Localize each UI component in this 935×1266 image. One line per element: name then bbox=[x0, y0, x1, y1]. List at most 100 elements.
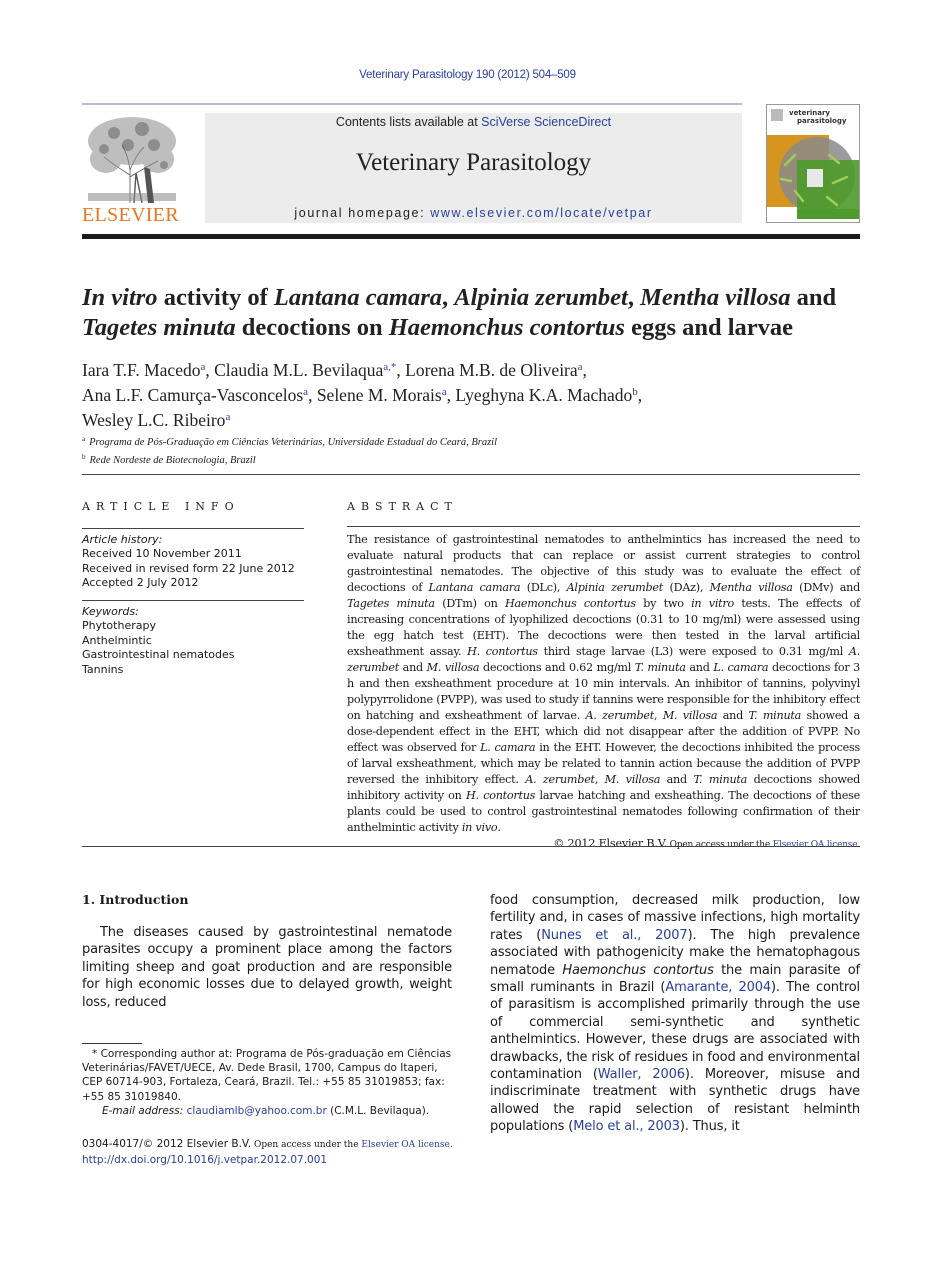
title-text: decoctions on bbox=[235, 314, 389, 341]
keyword-item: Anthelmintic bbox=[82, 633, 152, 647]
citation-link[interactable]: Melo et al., 2003 bbox=[573, 1119, 680, 1134]
footnote-divider bbox=[82, 1043, 142, 1044]
abstract-italic-term: A. zerumbet bbox=[525, 773, 595, 786]
affiliations: a Programa de Pós-Graduação em Ciências V… bbox=[82, 432, 862, 468]
email-label: E-mail address: bbox=[102, 1104, 187, 1117]
issn-block: 0304-4017/© 2012 Elsevier B.V. Open acce… bbox=[82, 1137, 482, 1167]
open-access-text: Open access under the bbox=[666, 840, 773, 850]
oa-license-link[interactable]: Elsevier OA license. bbox=[773, 840, 861, 850]
keyword-item: Gastrointestinal nematodes bbox=[82, 648, 235, 661]
doi-link[interactable]: http://dx.doi.org/10.1016/j.vetpar.2012.… bbox=[82, 1154, 327, 1166]
citation-link[interactable]: Nunes et al., 2007 bbox=[541, 928, 687, 943]
abstract-italic-term: Haemonchus contortus bbox=[504, 597, 636, 610]
contents-availability: Contents lists available at SciVerse Sci… bbox=[205, 115, 742, 129]
abstract-italic-term: A. zerumbet bbox=[585, 709, 655, 722]
abstract-italic-term: T. minuta bbox=[748, 709, 802, 722]
species-name: Haemonchus contortus bbox=[562, 962, 714, 978]
journal-masthead: Contents lists available at SciVerse Sci… bbox=[205, 113, 742, 223]
citation-link[interactable]: Waller, 2006 bbox=[598, 1067, 685, 1082]
section-divider bbox=[82, 474, 860, 475]
title-text: , bbox=[627, 284, 641, 311]
affiliation-marker[interactable]: a bbox=[303, 386, 308, 398]
elsevier-logo[interactable]: ELSEVIER bbox=[82, 115, 182, 226]
affiliation-text: Programa de Pós-Graduação em Ciências Ve… bbox=[89, 437, 498, 448]
cover-title-line1: veterinary bbox=[789, 109, 830, 117]
author-name: Iara T.F. Macedo bbox=[82, 360, 201, 380]
history-received: Received 10 November 2011 bbox=[82, 547, 242, 560]
abstract-text-run: (DTm) on bbox=[434, 597, 505, 610]
author-name: Lorena M.B. de Oliveira bbox=[405, 360, 578, 380]
title-species-text: In vitro bbox=[82, 284, 158, 311]
sciencedirect-link[interactable]: SciVerse ScienceDirect bbox=[481, 115, 611, 129]
abstract-italic-term: in vitro bbox=[691, 597, 735, 610]
abstract-text-run: and bbox=[717, 709, 749, 722]
abstract-italic-term: Tagetes minuta bbox=[347, 597, 435, 610]
article-title: In vitro activity of Lantana camara, Alp… bbox=[82, 283, 872, 343]
author-name: Ana L.F. Camurça-Vasconcelos bbox=[82, 385, 304, 405]
history-accepted: Accepted 2 July 2012 bbox=[82, 576, 199, 589]
affiliation-marker[interactable]: a bbox=[442, 386, 447, 398]
keywords-divider bbox=[82, 599, 304, 601]
author-name: Selene M. Morais bbox=[316, 385, 442, 405]
body-column-right: food consumption, decreased milk product… bbox=[490, 892, 860, 1136]
abstract-text-run: and bbox=[660, 773, 694, 786]
abstract-text-run: decoctions and 0.62 mg/ml bbox=[479, 661, 635, 674]
keyword-item: Tannins bbox=[82, 662, 124, 676]
body-text-run: ). Thus, it bbox=[679, 1119, 740, 1135]
corresponding-author-footnote: * Corresponding author at: Programa de P… bbox=[82, 1047, 452, 1118]
affiliation-item: a Programa de Pós-Graduação em Ciências V… bbox=[82, 432, 862, 450]
abstract-text-run: , bbox=[594, 773, 605, 786]
affiliation-marker[interactable]: a bbox=[578, 361, 583, 373]
issn-license-link[interactable]: Elsevier OA license. bbox=[361, 1140, 452, 1150]
abstract-text-run: third stage larvae (L3) were exposed to … bbox=[537, 645, 849, 658]
homepage-prefix: journal homepage: bbox=[294, 206, 431, 220]
affiliation-item: b Rede Nordeste de Biotecnologia, Brazil bbox=[82, 450, 862, 468]
journal-cover-thumbnail[interactable]: veterinary parasitology bbox=[766, 104, 860, 223]
journal-homepage: journal homepage: www.elsevier.com/locat… bbox=[205, 206, 742, 220]
abstract-panel: ABSTRACT The resistance of gastrointesti… bbox=[347, 500, 860, 853]
title-species-text: Lantana camara bbox=[273, 284, 443, 311]
author-email-link[interactable]: claudiamlb@yahoo.com.br bbox=[187, 1105, 327, 1117]
article-info-panel: ARTICLE INFO Article history: Received 1… bbox=[82, 500, 304, 677]
copyright-text: © 2012 Elsevier B.V. bbox=[553, 837, 667, 850]
author-name: Wesley L.C. Ribeiro bbox=[82, 410, 226, 430]
abstract-italic-term: M. villosa bbox=[662, 709, 718, 722]
abstract-italic-term: Alpinia zerumbet bbox=[566, 581, 664, 594]
title-text: , bbox=[442, 284, 455, 311]
title-species-text: Alpinia zerumbet bbox=[454, 284, 628, 311]
affiliation-mark: a bbox=[82, 435, 86, 443]
affiliation-marker[interactable]: a,* bbox=[383, 361, 396, 373]
abstract-heading: ABSTRACT bbox=[347, 500, 458, 513]
abstract-divider bbox=[347, 526, 860, 527]
abstract-italic-term: T. minuta bbox=[693, 773, 748, 786]
journal-citation-link[interactable]: Veterinary Parasitology 190 (2012) 504–5… bbox=[0, 69, 935, 81]
affiliation-marker[interactable]: b bbox=[632, 386, 638, 398]
affiliation-marker[interactable]: a bbox=[200, 361, 205, 373]
abstract-italic-term: H. contortus bbox=[466, 789, 536, 802]
abstract-text-run: (DMv) and bbox=[792, 581, 861, 594]
abstract-italic-term: H. contortus bbox=[467, 645, 538, 658]
citation-link[interactable]: Amarante, 2004 bbox=[665, 980, 771, 995]
abstract-italic-term: L. camara bbox=[713, 661, 769, 674]
abstract-text-run: (DAz), bbox=[663, 581, 710, 594]
journal-homepage-link[interactable]: www.elsevier.com/locate/vetpar bbox=[430, 206, 652, 220]
footnote-address: * Corresponding author at: Programa de P… bbox=[82, 1048, 452, 1103]
abstract-italic-term: M. villosa bbox=[604, 773, 661, 786]
body-column-left: 1. Introduction The diseases caused by g… bbox=[82, 892, 452, 1011]
affiliation-marker[interactable]: a bbox=[225, 411, 230, 423]
abstract-text: The resistance of gastrointestinal nemat… bbox=[347, 532, 860, 836]
history-revised: Received in revised form 22 June 2012 bbox=[82, 561, 295, 575]
abstract-italic-term: T. minuta bbox=[634, 661, 686, 674]
abstract-italic-term: M. villosa bbox=[426, 661, 480, 674]
abstract-text-run: . bbox=[497, 821, 501, 834]
introduction-paragraph-continued: food consumption, decreased milk product… bbox=[490, 892, 860, 1136]
journal-cover-image: veterinary parasitology bbox=[767, 105, 859, 222]
title-species-text: Haemonchus contortus bbox=[388, 314, 625, 341]
abstract-text-run: by two bbox=[635, 597, 692, 610]
title-species-text: Tagetes minuta bbox=[82, 314, 236, 341]
abstract-italic-term: Mentha villosa bbox=[709, 581, 793, 594]
affiliation-text: Rede Nordeste de Biotecnologia, Brazil bbox=[89, 455, 256, 466]
abstract-italic-term: Lantana camara bbox=[428, 581, 521, 594]
abstract-italic-term: L. camara bbox=[480, 741, 536, 754]
introduction-paragraph: The diseases caused by gastrointestinal … bbox=[82, 925, 452, 1010]
